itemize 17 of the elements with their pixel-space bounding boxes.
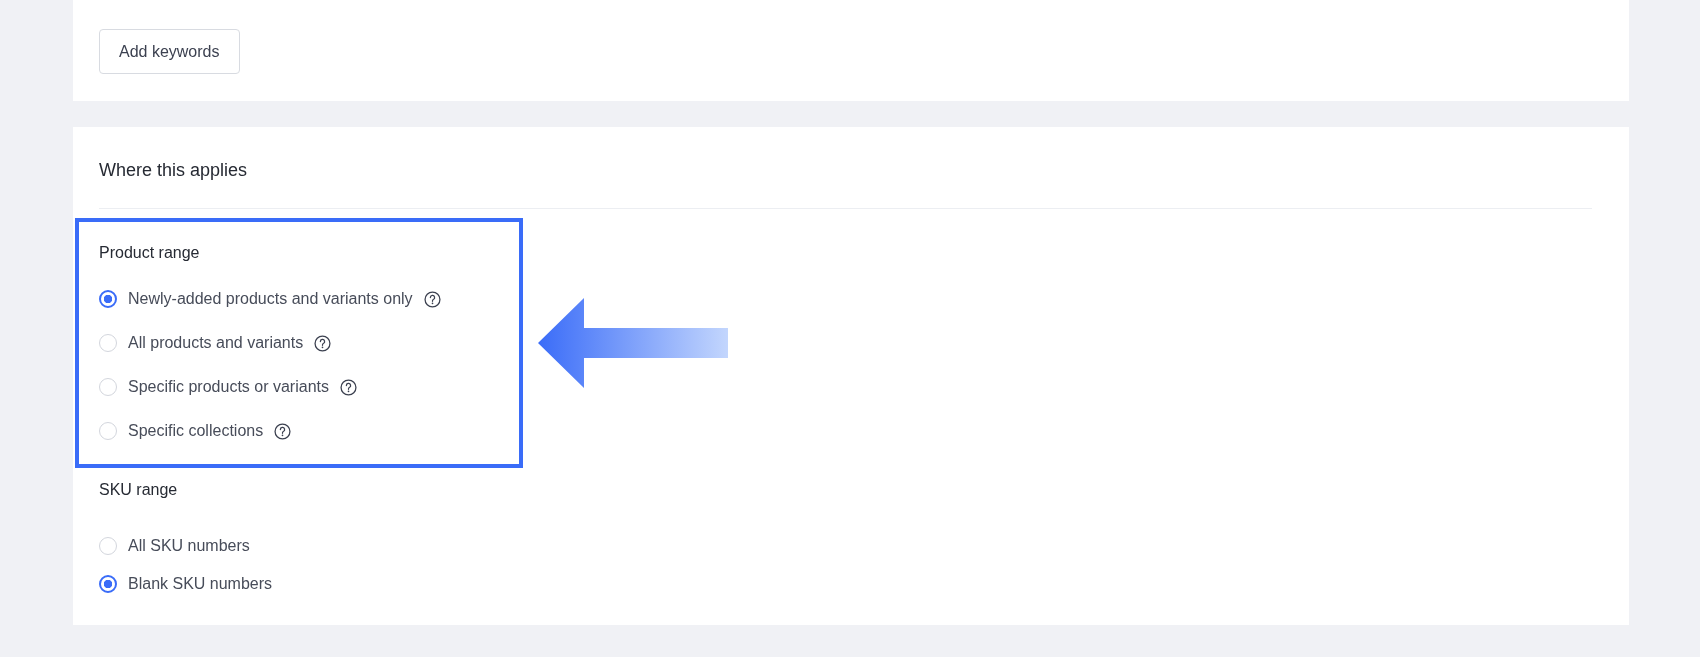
group-label: Product range (99, 243, 201, 263)
help-icon[interactable] (274, 422, 292, 440)
help-icon[interactable] (340, 378, 357, 396)
radio-button[interactable] (99, 575, 117, 593)
option-label[interactable]: Specific collections (128, 422, 264, 440)
option-label[interactable]: Specific products or variants (128, 378, 329, 396)
option-label[interactable]: All SKU numbers (128, 537, 250, 555)
radio-button[interactable] (99, 290, 117, 308)
arrow-icon (538, 298, 728, 388)
help-icon[interactable] (314, 334, 332, 352)
add-keywords-button[interactable]: Add keywords (99, 29, 240, 74)
help-icon[interactable] (423, 290, 441, 308)
group-label: SKU range (99, 480, 179, 500)
option-label[interactable]: Newly-added products and variants only (128, 290, 413, 308)
option-label[interactable]: All products and variants (128, 334, 304, 352)
option-label[interactable]: Blank SKU numbers (128, 575, 273, 593)
section-title: Where this applies (99, 159, 249, 182)
